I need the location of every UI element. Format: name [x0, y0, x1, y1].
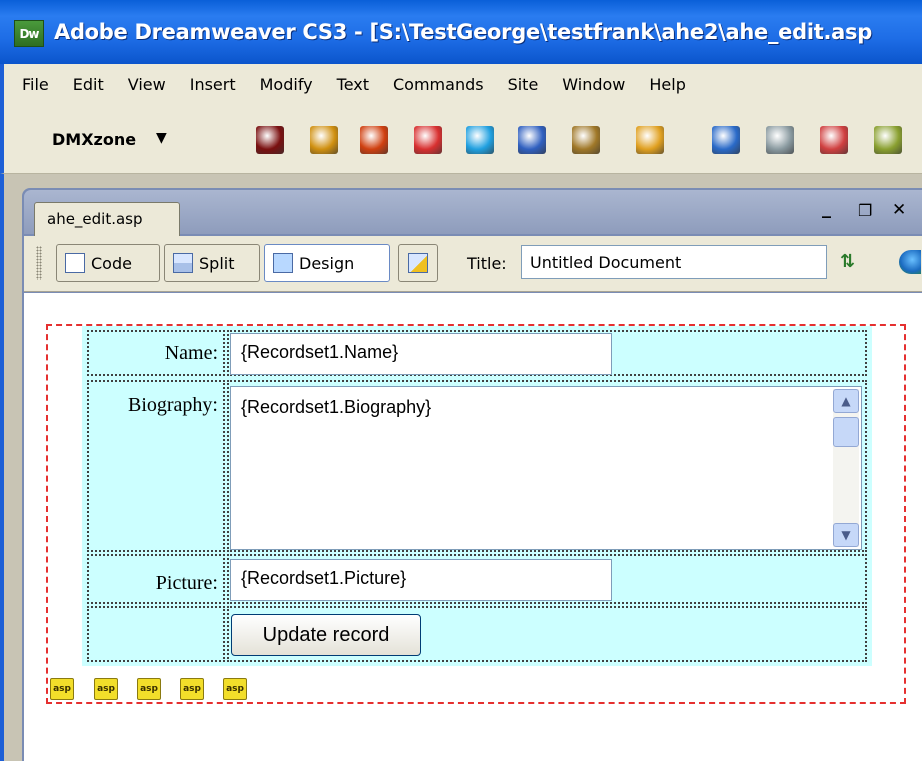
asp-code-icon[interactable]: asp	[50, 678, 74, 700]
scroll-thumb[interactable]	[833, 417, 859, 447]
picture-input[interactable]: {Recordset1.Picture}	[230, 559, 612, 601]
code-icon	[65, 253, 85, 273]
asp-code-icon[interactable]: asp	[223, 678, 247, 700]
asp-code-icon[interactable]: asp	[94, 678, 118, 700]
insert-category-dropdown[interactable]: DMXzone	[52, 130, 136, 149]
menu-bar: File Edit View Insert Modify Text Comman…	[0, 64, 922, 104]
menu-file[interactable]: File	[22, 75, 49, 94]
design-icon	[273, 253, 293, 273]
menu-site[interactable]: Site	[508, 75, 539, 94]
rss-icon[interactable]	[712, 126, 740, 154]
empty-label-cell	[87, 606, 225, 662]
asp-code-icon[interactable]: asp	[180, 678, 204, 700]
update-record-button[interactable]: Update record	[231, 614, 421, 656]
menu-window[interactable]: Window	[562, 75, 625, 94]
menu-commands[interactable]: Commands	[393, 75, 484, 94]
asp-code-icon[interactable]: asp	[137, 678, 161, 700]
design-view-label: Design	[299, 253, 355, 273]
live-data-icon	[408, 253, 428, 273]
code-view-button[interactable]: Code	[56, 244, 160, 282]
gear-icon[interactable]	[766, 126, 794, 154]
browser-preview-icon[interactable]	[899, 250, 921, 274]
name-input[interactable]: {Recordset1.Name}	[230, 333, 612, 375]
title-bar: Dw Adobe Dreamweaver CS3 - [S:\TestGeorg…	[0, 0, 922, 64]
name-label: Name:	[164, 342, 218, 364]
menu-help[interactable]: Help	[649, 75, 685, 94]
picture-label: Picture:	[155, 572, 218, 594]
toolbar-grip[interactable]	[36, 246, 42, 280]
document-title-input[interactable]: Untitled Document	[521, 245, 827, 279]
photo-icon[interactable]	[518, 126, 546, 154]
scroll-down-icon[interactable]: ▼	[833, 523, 859, 547]
gallery-icon[interactable]	[572, 126, 600, 154]
book-green-icon[interactable]	[874, 126, 902, 154]
split-icon	[173, 253, 193, 273]
minimize-icon[interactable]: _	[822, 198, 831, 219]
flower-icon[interactable]	[310, 126, 338, 154]
window-title: Adobe Dreamweaver CS3 - [S:\TestGeorge\t…	[54, 20, 872, 44]
book-icon[interactable]	[360, 126, 388, 154]
menu-text[interactable]: Text	[337, 75, 369, 94]
code-view-label: Code	[91, 253, 132, 273]
biography-scrollbar[interactable]: ▲ ▼	[833, 389, 859, 547]
menu-view[interactable]: View	[128, 75, 166, 94]
biography-textarea[interactable]: {Recordset1.Biography} ▲ ▼	[230, 386, 862, 550]
dreamweaver-app-icon: Dw	[14, 20, 44, 47]
biography-label: Biography:	[128, 394, 218, 416]
tab-ahe-edit[interactable]: ahe_edit.asp	[34, 202, 180, 236]
restore-icon[interactable]: ❐	[858, 201, 872, 220]
menu-modify[interactable]: Modify	[260, 75, 313, 94]
pie-icon[interactable]	[636, 126, 664, 154]
insert-bar: DMXzone ▼	[0, 104, 922, 174]
biography-text: {Recordset1.Biography}	[241, 397, 432, 417]
split-view-label: Split	[199, 253, 235, 273]
file-management-icon[interactable]: ⇅	[840, 251, 855, 272]
close-icon[interactable]: ✕	[892, 200, 906, 220]
split-view-button[interactable]: Split	[164, 244, 260, 282]
design-view-button[interactable]: Design	[264, 244, 390, 282]
live-data-button[interactable]	[398, 244, 438, 282]
page-icon[interactable]	[820, 126, 848, 154]
menu-edit[interactable]: Edit	[73, 75, 104, 94]
red-card-icon[interactable]	[414, 126, 442, 154]
pro-icon[interactable]	[256, 126, 284, 154]
scroll-up-icon[interactable]: ▲	[833, 389, 859, 413]
title-label: Title:	[467, 254, 507, 273]
play-icon[interactable]	[466, 126, 494, 154]
menu-insert[interactable]: Insert	[190, 75, 236, 94]
triangle-down-icon[interactable]: ▼	[156, 130, 167, 146]
